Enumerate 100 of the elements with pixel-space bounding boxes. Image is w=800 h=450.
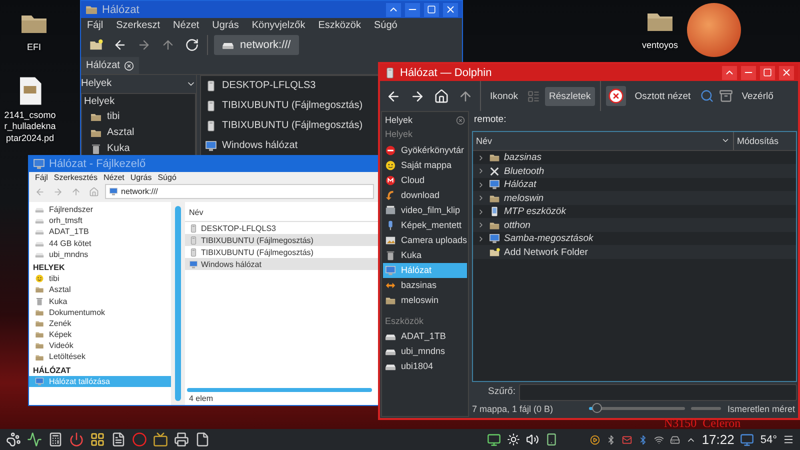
split-view-button[interactable]: Osztott nézet bbox=[630, 86, 695, 106]
place-item[interactable]: Asztal bbox=[82, 125, 195, 141]
keep-above-button[interactable] bbox=[386, 2, 401, 16]
sidebar-item[interactable]: Letöltések bbox=[29, 351, 171, 363]
paw-icon[interactable] bbox=[6, 432, 21, 447]
bluetooth-icon[interactable] bbox=[606, 434, 616, 444]
tree-row[interactable]: Samba-megosztások bbox=[473, 232, 796, 246]
control-button[interactable]: Vezérlő bbox=[738, 86, 778, 106]
tree-row[interactable]: Hálózat bbox=[473, 178, 796, 192]
menu-item[interactable]: Szerkesztés bbox=[54, 173, 98, 182]
view-mode-button[interactable]: Ikonok bbox=[486, 86, 522, 106]
home-button[interactable] bbox=[432, 86, 451, 106]
phone-icon[interactable] bbox=[544, 433, 558, 446]
desktop-icon-label[interactable]: ventoyos bbox=[633, 40, 687, 52]
speaker-icon[interactable] bbox=[526, 433, 539, 446]
place-item[interactable]: Camera uploads bbox=[383, 232, 467, 248]
search-icon[interactable] bbox=[700, 89, 714, 103]
location-field[interactable]: network:/// bbox=[105, 184, 374, 199]
place-item[interactable]: Saját mappa bbox=[383, 158, 467, 173]
tree-row[interactable]: meloswin bbox=[473, 191, 796, 205]
filter-field[interactable] bbox=[519, 384, 797, 401]
sidebar-item[interactable]: Zenék bbox=[29, 318, 171, 330]
place-item[interactable]: Képek_mentett bbox=[383, 218, 467, 233]
place-item[interactable]: Gyökérkönyvtár bbox=[383, 142, 467, 158]
wifi-icon[interactable] bbox=[654, 434, 664, 444]
tree-row[interactable]: otthon bbox=[473, 218, 796, 232]
location-button[interactable]: network:/// bbox=[214, 35, 299, 55]
tree-row[interactable]: MTP eszközök bbox=[473, 204, 796, 218]
tv-icon[interactable] bbox=[153, 432, 168, 447]
menu-item[interactable]: Eszközök bbox=[318, 20, 361, 31]
calculator-icon[interactable] bbox=[48, 432, 63, 447]
place-item[interactable]: bazsinas bbox=[383, 278, 467, 293]
grid-icon[interactable] bbox=[90, 432, 105, 447]
file-item[interactable]: Windows hálózat bbox=[201, 136, 302, 156]
bluetooth-icon[interactable] bbox=[638, 434, 648, 444]
place-item[interactable]: meloswin bbox=[383, 292, 467, 308]
sidebar-item[interactable]: tibi bbox=[29, 273, 171, 284]
menu-item[interactable]: Ugrás bbox=[130, 173, 152, 182]
menu-item[interactable]: Súgó bbox=[158, 173, 176, 182]
file-item[interactable]: TIBIXUBUNTU (Fájlmegosztás) bbox=[201, 116, 367, 136]
sidebar-item[interactable]: Fájlrendszer bbox=[29, 204, 171, 216]
tree-row[interactable]: Bluetooth bbox=[473, 164, 796, 178]
place-item[interactable]: video_film_klip bbox=[383, 202, 467, 218]
place-item[interactable]: Kuka bbox=[383, 248, 467, 263]
document-icon[interactable] bbox=[111, 432, 126, 447]
menu-item[interactable]: Fájl bbox=[87, 20, 104, 31]
scrollbar[interactable] bbox=[187, 388, 372, 392]
play-icon[interactable] bbox=[590, 434, 600, 444]
monitor-icon[interactable] bbox=[740, 432, 754, 446]
drive-icon[interactable] bbox=[670, 434, 680, 444]
minimize-button[interactable] bbox=[405, 2, 420, 16]
tree-row[interactable]: bazsinas bbox=[473, 150, 796, 164]
monitor-icon[interactable] bbox=[486, 432, 501, 446]
maximize-button[interactable] bbox=[424, 2, 439, 16]
menu-item[interactable]: Nézet bbox=[103, 173, 124, 182]
minimize-button[interactable] bbox=[741, 66, 756, 80]
place-item[interactable]: ubi_mndns bbox=[383, 344, 467, 360]
printer-icon[interactable] bbox=[174, 432, 189, 447]
close-panel-icon[interactable] bbox=[456, 116, 465, 125]
desktop-icon-label[interactable]: EFI bbox=[7, 42, 61, 54]
sidebar-item[interactable]: Dokumentumok bbox=[29, 306, 171, 318]
power-icon[interactable] bbox=[69, 432, 84, 447]
ring-icon[interactable] bbox=[132, 432, 147, 447]
file-item[interactable]: DESKTOP-LFLQLS3 bbox=[201, 76, 320, 96]
keep-above-button[interactable] bbox=[722, 66, 737, 80]
column-header[interactable]: Név bbox=[473, 132, 734, 150]
close-tab-icon[interactable] bbox=[124, 60, 134, 70]
sun-icon[interactable] bbox=[506, 433, 520, 446]
place-item[interactable]: ubi1804 bbox=[383, 359, 467, 374]
menu-item[interactable]: Nézet bbox=[173, 20, 200, 31]
sidebar-item[interactable]: ubi_mndns bbox=[29, 248, 171, 260]
place-item[interactable]: Cloud bbox=[383, 172, 467, 188]
sidebar-item[interactable]: orh_tmsft bbox=[29, 215, 171, 226]
place-item[interactable]: tibi bbox=[82, 109, 195, 125]
file-row[interactable]: Windows hálózat bbox=[185, 258, 378, 270]
sidebar-item[interactable]: 44 GB kötet bbox=[29, 238, 171, 249]
sidebar-item[interactable]: ADAT_1TB bbox=[29, 226, 171, 238]
column-header[interactable]: Módosítás bbox=[734, 132, 796, 150]
clock[interactable]: 17:22 bbox=[702, 432, 734, 447]
sidebar-item[interactable]: Képek bbox=[29, 329, 171, 340]
sidebar-item[interactable]: Asztal bbox=[29, 284, 171, 296]
mail-icon[interactable] bbox=[622, 434, 632, 444]
menu-icon[interactable] bbox=[783, 434, 794, 445]
tab[interactable]: Hálózat bbox=[81, 57, 139, 74]
file-item[interactable]: TIBIXUBUNTU (Fájlmegosztás) bbox=[201, 96, 367, 116]
place-item[interactable]: download bbox=[383, 188, 467, 203]
reload-button[interactable] bbox=[183, 36, 201, 54]
place-item[interactable]: ADAT_1TB bbox=[383, 329, 467, 344]
close-circle-button[interactable] bbox=[606, 86, 626, 106]
archive-icon[interactable] bbox=[718, 89, 733, 103]
menu-item[interactable]: Fájl bbox=[35, 173, 48, 182]
scrollbar[interactable] bbox=[175, 206, 181, 401]
maximize-button[interactable] bbox=[760, 66, 775, 80]
place-item[interactable]: Kuka bbox=[82, 141, 195, 156]
close-button[interactable] bbox=[443, 2, 458, 16]
sidebar-item[interactable]: Kuka bbox=[29, 296, 171, 307]
file-row[interactable]: TIBIXUBUNTU (Fájlmegosztás) bbox=[185, 234, 378, 246]
sidebar-item[interactable]: Videók bbox=[29, 340, 171, 352]
menu-item[interactable]: Szerkeszt bbox=[116, 20, 160, 31]
activity-icon[interactable] bbox=[27, 432, 42, 447]
